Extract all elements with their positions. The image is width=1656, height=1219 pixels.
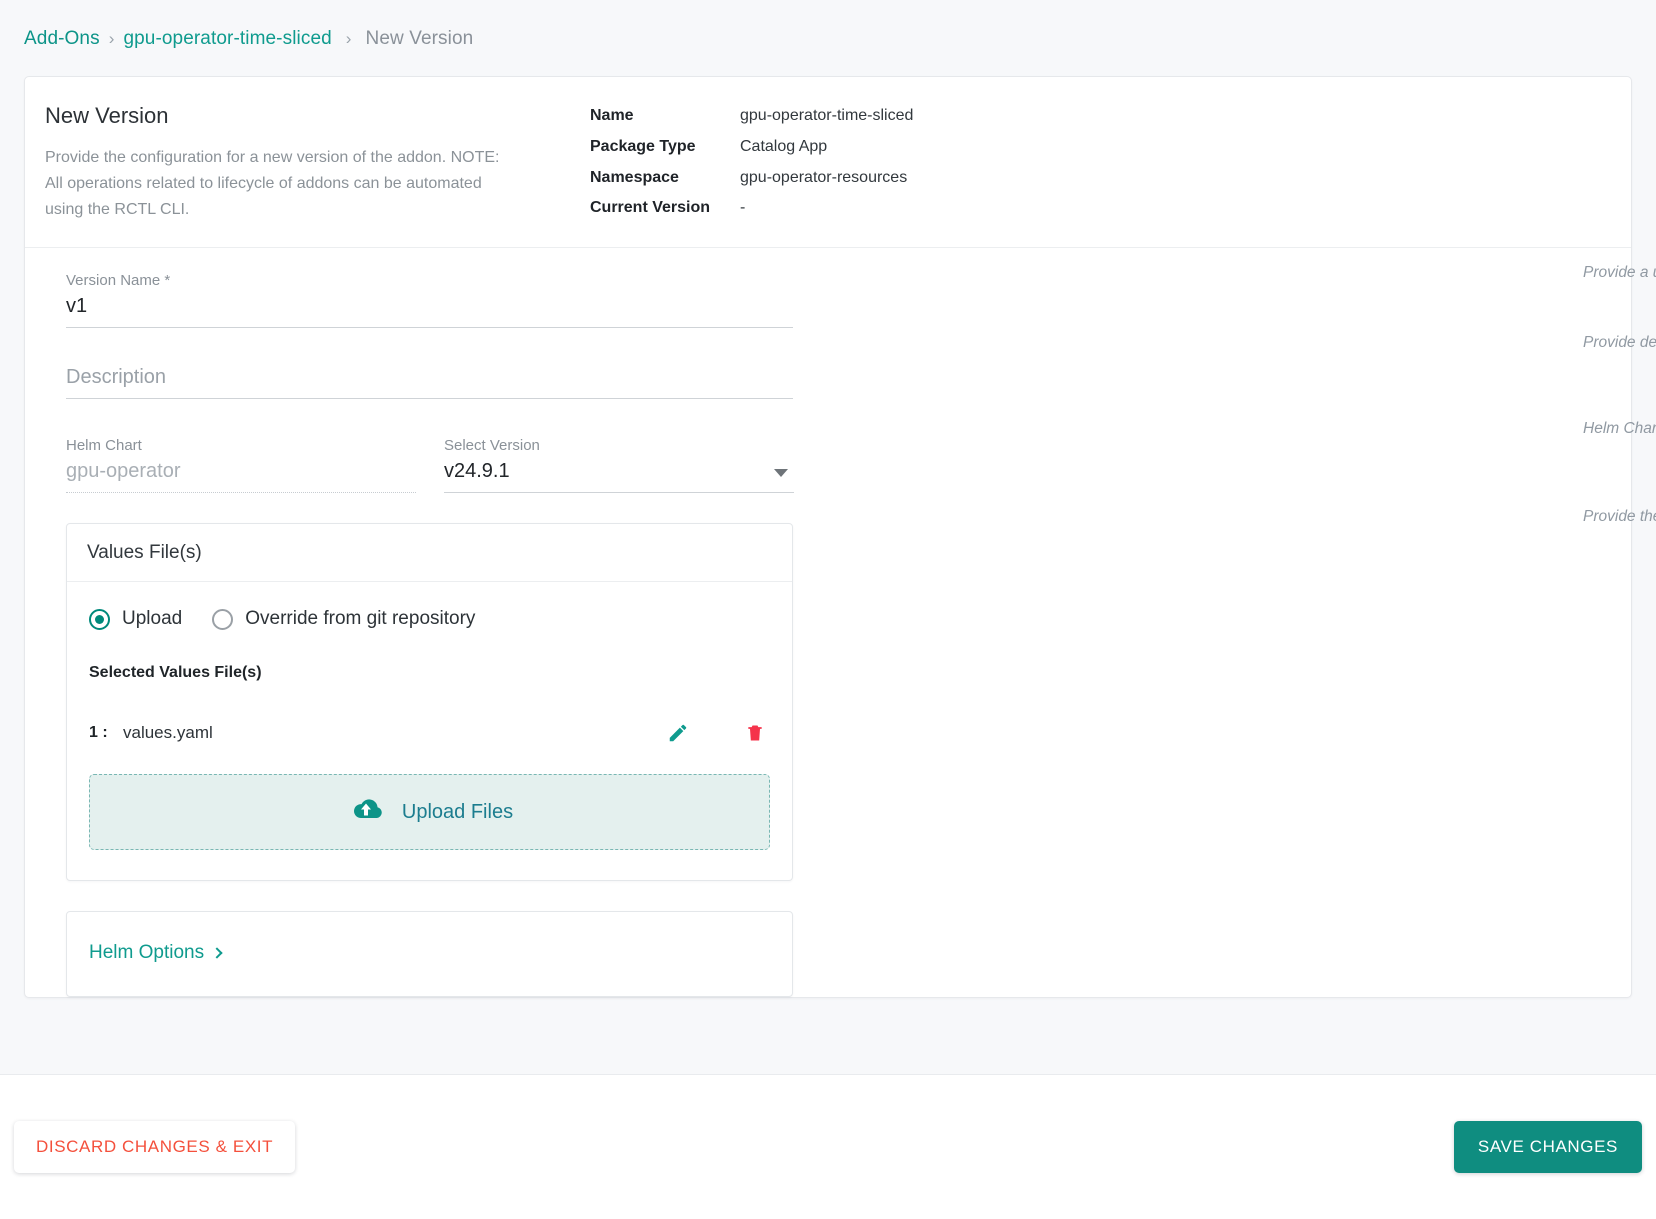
breadcrumb-separator-icon: › — [108, 29, 115, 48]
discard-changes-button[interactable]: DISCARD CHANGES & EXIT — [14, 1121, 296, 1173]
values-source-radio-group: Upload Override from git repository — [89, 608, 770, 630]
description-field: Description — [66, 366, 815, 399]
description-input[interactable]: Description — [66, 366, 793, 399]
values-files-body: Upload Override from git repository Sele… — [67, 582, 792, 880]
edit-icon[interactable] — [663, 722, 693, 744]
page-root: Add-Ons › gpu-operator-time-sliced › New… — [0, 0, 1656, 1219]
upload-files-dropzone[interactable]: Upload Files — [89, 774, 770, 850]
hint-helm-chart: Helm Chart name of the Catalog App — [1583, 420, 1656, 437]
meta-key-name: Name — [590, 107, 634, 124]
radio-override-git-label: Override from git repository — [245, 608, 476, 629]
hint-values-files: Provide the values.yaml files to be used… — [1583, 508, 1656, 525]
chevron-right-icon — [211, 946, 223, 959]
helm-options-panel: Helm Options — [66, 911, 793, 997]
meta-key-namespace: Namespace — [590, 168, 679, 186]
upload-files-label: Upload Files — [401, 800, 514, 823]
selected-values-files-title: Selected Values File(s) — [89, 664, 262, 681]
helm-chart-input: gpu-operator — [66, 460, 416, 493]
version-name-input[interactable]: v1 — [66, 295, 793, 328]
version-name-field: Version Name * v1 — [66, 272, 815, 328]
values-files-panel: Values File(s) Upload Override from git … — [66, 523, 793, 881]
helm-chart-field: Helm Chart gpu-operator — [66, 437, 444, 493]
radio-upload[interactable]: Upload — [89, 608, 182, 630]
breadcrumb-item-addons[interactable]: Add-Ons — [24, 28, 100, 50]
new-version-card: New Version Provide the configuration fo… — [24, 76, 1656, 998]
meta-value-name: gpu-operator-time-sliced — [740, 107, 914, 124]
addon-meta-list: Name gpu-operator-time-sliced Package Ty… — [590, 103, 913, 223]
card-header-left: New Version Provide the configuration fo… — [45, 103, 590, 223]
upload-files-inner: Upload Files — [346, 795, 513, 830]
select-version-field: Select Version v24.9.1 — [444, 437, 794, 493]
cloud-upload-icon — [346, 795, 386, 830]
breadcrumb-item-addon-name[interactable]: gpu-operator-time-sliced — [123, 28, 331, 50]
meta-value-package-type: Catalog App — [740, 137, 828, 155]
page-title: New Version — [45, 103, 169, 128]
breadcrumb-separator-icon-2: › — [345, 29, 352, 48]
version-name-label: Version Name * — [66, 272, 171, 289]
helm-options-toggle[interactable]: Helm Options — [89, 942, 223, 964]
breadcrumb-item-current: New Version — [365, 28, 474, 49]
delete-icon[interactable] — [740, 722, 770, 744]
values-files-title: Values File(s) — [67, 524, 792, 582]
meta-key-package-type: Package Type — [590, 137, 696, 155]
meta-value-namespace: gpu-operator-resources — [740, 168, 908, 186]
hints-column: Provide a unique version name for versio… — [815, 248, 1656, 997]
radio-override-git[interactable]: Override from git repository — [212, 608, 475, 630]
values-file-row: 1 : values.yaml — [89, 720, 770, 746]
hint-version-name: Provide a unique version name for versio… — [1583, 264, 1656, 281]
breadcrumb: Add-Ons › gpu-operator-time-sliced › New… — [0, 0, 1656, 50]
form-column: Version Name * v1 Description Helm Chart… — [25, 248, 815, 997]
values-file-name: values.yaml — [123, 723, 213, 742]
page-description: Provide the configuration for a new vers… — [45, 149, 500, 218]
footer-bar: DISCARD CHANGES & EXIT SAVE CHANGES — [0, 1074, 1656, 1219]
select-version-label: Select Version — [444, 437, 540, 454]
helm-chart-label: Helm Chart — [66, 437, 142, 454]
save-changes-button[interactable]: SAVE CHANGES — [1453, 1121, 1642, 1173]
radio-override-git-indicator[interactable] — [212, 608, 234, 630]
card-body: Version Name * v1 Description Helm Chart… — [25, 248, 1656, 997]
radio-upload-label: Upload — [122, 608, 183, 629]
radio-upload-indicator[interactable] — [89, 608, 110, 630]
card-header: New Version Provide the configuration fo… — [25, 77, 1631, 248]
hint-description: Provide description for the addon — [1583, 334, 1656, 351]
select-version-dropdown[interactable]: v24.9.1 — [444, 460, 794, 493]
meta-value-current-version: - — [740, 199, 746, 217]
chart-version-row: Helm Chart gpu-operator Select Version v… — [66, 437, 815, 493]
values-file-index: 1 : — [89, 724, 108, 741]
meta-key-current-version: Current Version — [590, 199, 711, 217]
helm-options-label: Helm Options — [89, 942, 205, 963]
chevron-down-icon[interactable] — [774, 469, 788, 477]
